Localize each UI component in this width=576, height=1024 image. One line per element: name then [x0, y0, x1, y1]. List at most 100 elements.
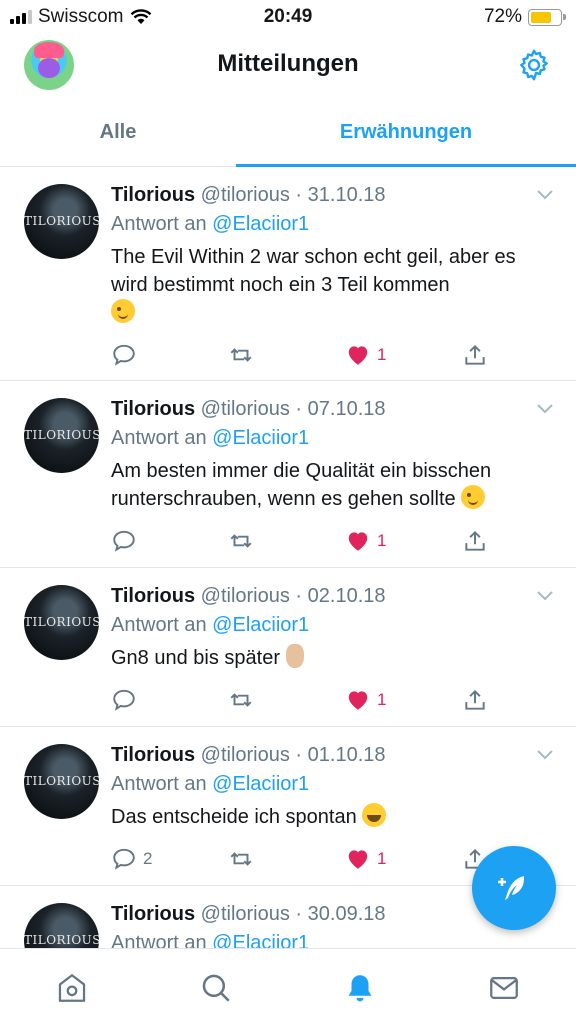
page-title: Mitteilungen: [217, 50, 359, 77]
reply-handle-link[interactable]: @Elaciior1: [212, 932, 309, 948]
notification-tabs: Alle Erwähnungen: [0, 100, 576, 167]
tweet[interactable]: TILORIOUS Tilorious @tilorious · 07.10.1…: [0, 381, 576, 568]
share-button[interactable]: [462, 686, 488, 714]
compose-button[interactable]: [472, 846, 556, 930]
search-icon: [202, 974, 230, 1002]
author-avatar[interactable]: TILORIOUS: [24, 184, 99, 259]
reply-prefix: Antwort an: [111, 427, 207, 449]
share-icon: [465, 344, 485, 365]
battery-group: 72%: [483, 6, 566, 28]
tab-notifications[interactable]: [288, 949, 432, 1024]
reply-icon: [113, 848, 135, 870]
like-button[interactable]: 1: [345, 845, 462, 873]
retweet-icon: [230, 693, 252, 707]
like-count: 1: [377, 690, 387, 709]
retweet-button[interactable]: [228, 686, 345, 714]
reply-prefix: Antwort an: [111, 932, 207, 948]
bell-icon: [348, 975, 372, 1002]
share-icon: [465, 530, 485, 551]
tweet-text: The Evil Within 2 war schon echt geil, a…: [111, 243, 552, 327]
retweet-icon: [230, 348, 252, 362]
like-button[interactable]: 1: [345, 527, 462, 555]
peace-hand-icon: [285, 644, 304, 668]
reply-handle-link[interactable]: @Elaciior1: [212, 427, 309, 449]
tweet[interactable]: TILORIOUS Tilorious @tilorious · 31.10.1…: [0, 167, 576, 381]
like-button[interactable]: 1: [345, 341, 462, 369]
tweet-actions: 1: [111, 327, 552, 383]
battery-percent: 72%: [483, 6, 522, 27]
tab-mentions[interactable]: Erwähnungen: [236, 100, 576, 167]
reply-button[interactable]: 2: [111, 845, 228, 873]
tweet-meta: @tilorious · 01.10.18: [200, 744, 386, 766]
mentions-feed: TILORIOUS Tilorious @tilorious · 31.10.1…: [0, 167, 576, 948]
tweet-actions: 1: [111, 513, 552, 569]
retweet-icon: [230, 534, 252, 548]
heart-icon: [348, 346, 368, 365]
tweet-text: Das entscheide ich spontan: [111, 803, 552, 831]
reply-handle-link[interactable]: @Elaciior1: [212, 773, 309, 795]
share-button[interactable]: [462, 527, 488, 555]
tweet-text: Am besten immer die Qualität ein bissche…: [111, 460, 492, 510]
reply-count: 2: [143, 849, 153, 868]
author-avatar[interactable]: TILORIOUS: [24, 585, 99, 660]
reply-handle-link[interactable]: @Elaciior1: [212, 614, 309, 636]
compose-icon: [498, 876, 524, 900]
top-header: Mitteilungen: [0, 34, 576, 100]
tweet-text: Gn8 und bis später: [111, 644, 552, 672]
like-count: 1: [377, 849, 387, 868]
author-name: Tilorious: [111, 744, 196, 766]
author-name: Tilorious: [111, 184, 196, 206]
chevron-down-icon[interactable]: [536, 403, 554, 415]
heart-icon: [348, 850, 368, 869]
battery-icon: [528, 8, 566, 26]
wink-icon: [461, 485, 486, 509]
reply-button[interactable]: [111, 341, 228, 369]
like-count: 1: [377, 531, 387, 550]
heart-icon: [348, 532, 368, 551]
tweet-meta: @tilorious · 31.10.18: [200, 184, 386, 206]
tab-search[interactable]: [144, 949, 288, 1024]
bottom-tab-bar: [0, 948, 576, 1024]
tweet-meta: @tilorious · 30.09.18: [200, 903, 386, 925]
gear-icon[interactable]: [516, 47, 552, 83]
share-button[interactable]: [462, 341, 488, 369]
chevron-down-icon[interactable]: [536, 590, 554, 602]
mail-icon: [490, 976, 518, 1000]
wink-icon: [111, 299, 135, 323]
reply-prefix: Antwort an: [111, 614, 207, 636]
tweet-meta: @tilorious · 02.10.18: [200, 585, 386, 607]
reply-icon: [113, 689, 135, 711]
tweet-actions: 1: [111, 672, 552, 728]
retweet-button[interactable]: [228, 341, 345, 369]
author-avatar[interactable]: TILORIOUS: [24, 398, 99, 473]
reply-handle-link[interactable]: @Elaciior1: [212, 213, 309, 235]
author-name: Tilorious: [111, 585, 196, 607]
author-name: Tilorious: [111, 903, 196, 925]
reply-button[interactable]: [111, 527, 228, 555]
tweet[interactable]: TILORIOUS Tilorious @tilorious · 02.10.1…: [0, 568, 576, 727]
like-count: 1: [377, 345, 387, 364]
tab-all[interactable]: Alle: [0, 100, 236, 166]
heart-icon: [348, 691, 368, 710]
home-icon: [58, 974, 86, 1002]
reply-button[interactable]: [111, 686, 228, 714]
reply-icon: [113, 344, 135, 366]
tab-home[interactable]: [0, 949, 144, 1024]
retweet-button[interactable]: [228, 845, 345, 873]
reply-prefix: Antwort an: [111, 773, 207, 795]
tab-messages[interactable]: [432, 949, 576, 1024]
tweet-meta: @tilorious · 07.10.18: [200, 398, 386, 420]
reply-prefix: Antwort an: [111, 213, 207, 235]
author-avatar[interactable]: TILORIOUS: [24, 903, 99, 948]
like-button[interactable]: 1: [345, 686, 462, 714]
share-icon: [465, 689, 485, 710]
author-name: Tilorious: [111, 398, 196, 420]
chevron-down-icon[interactable]: [536, 749, 554, 761]
author-avatar[interactable]: TILORIOUS: [24, 744, 99, 819]
reply-icon: [113, 530, 135, 552]
status-bar: Swisscom 20:49 72%: [0, 0, 576, 34]
chevron-down-icon[interactable]: [536, 189, 554, 201]
retweet-button[interactable]: [228, 527, 345, 555]
laughing-tears-icon: [362, 803, 387, 827]
retweet-icon: [230, 852, 252, 866]
